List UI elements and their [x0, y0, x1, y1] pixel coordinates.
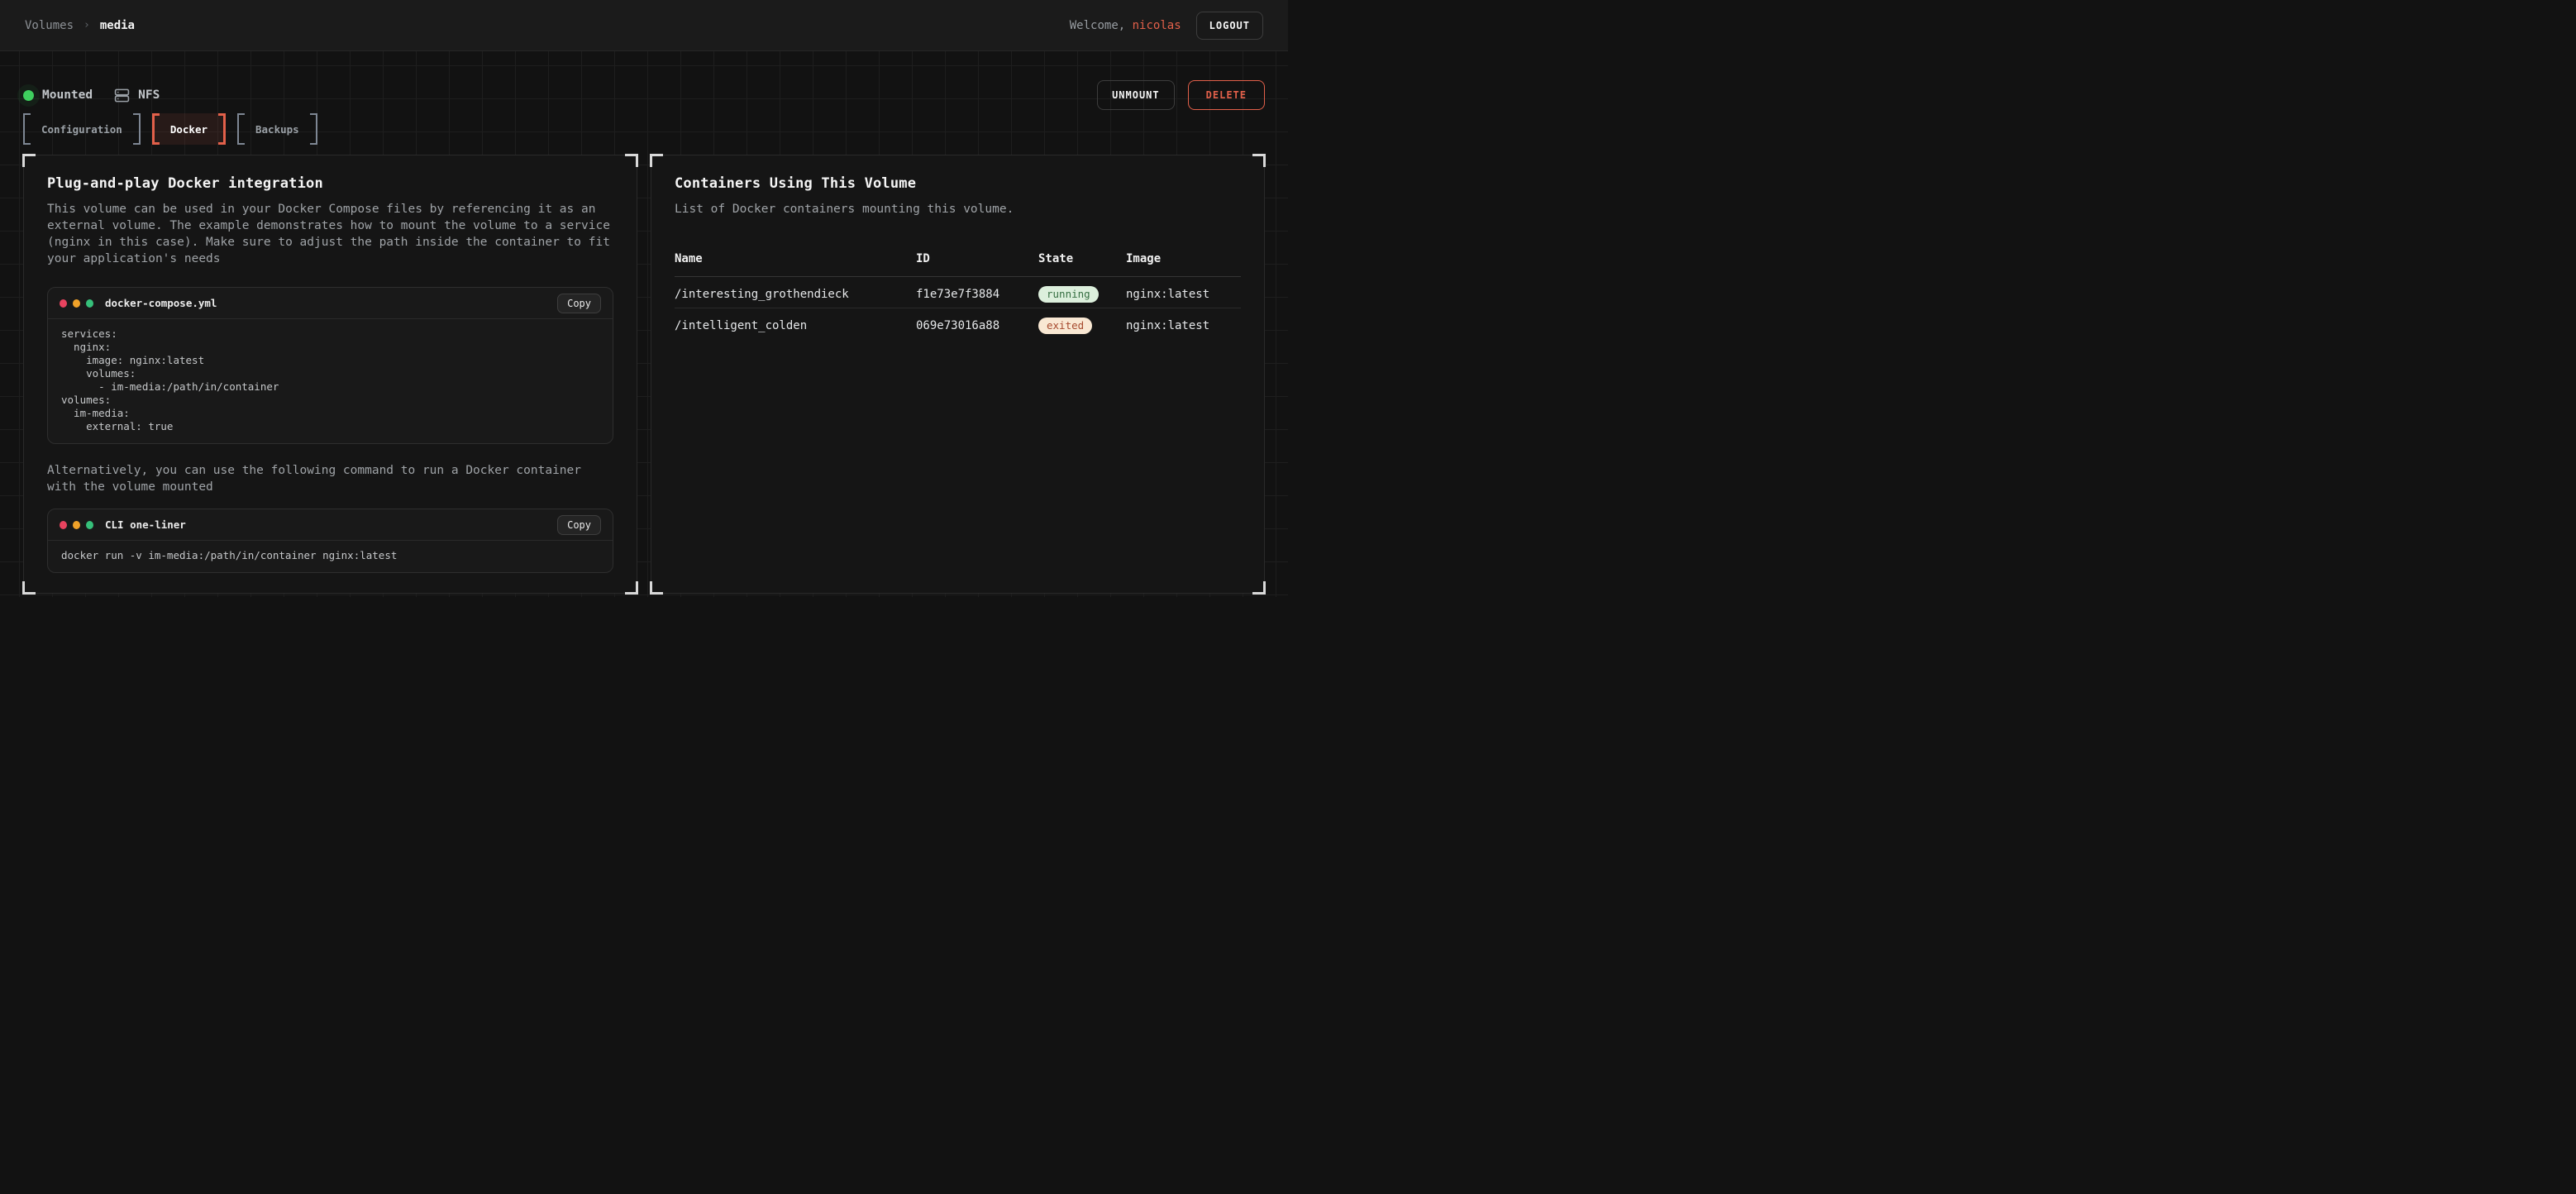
container-name: /intelligent_colden [675, 319, 916, 332]
mount-status-label: Mounted [42, 88, 93, 102]
bracket-left-icon [237, 113, 245, 145]
corner-mark-icon [22, 581, 36, 595]
panel-title: Plug-and-play Docker integration [47, 175, 613, 192]
traffic-yellow-icon [73, 299, 80, 308]
code-block-header: CLI one-liner Copy [48, 509, 613, 541]
welcome-label: Welcome, [1070, 19, 1125, 32]
status-badge: exited [1038, 318, 1092, 334]
breadcrumb-current-volume: media [100, 19, 135, 32]
server-icon [114, 88, 130, 103]
bracket-left-icon [23, 113, 31, 145]
code-body: services: nginx: image: nginx:latest vol… [48, 319, 613, 443]
compose-code-block: docker-compose.yml Copy services: nginx:… [47, 287, 613, 444]
mount-status: Mounted [23, 88, 93, 102]
panels-row: Plug-and-play Docker integration This vo… [23, 155, 1265, 594]
corner-mark-icon [650, 154, 663, 167]
column-header-state: State [1038, 252, 1126, 265]
corner-mark-icon [1252, 154, 1266, 167]
volume-actions: UNMOUNT DELETE [1097, 80, 1265, 110]
tab-label: Backups [255, 123, 299, 136]
delete-button[interactable]: DELETE [1188, 80, 1265, 110]
panel-subtitle: List of Docker containers mounting this … [675, 201, 1241, 217]
username: nicolas [1133, 19, 1181, 32]
tab-docker[interactable]: Docker [152, 113, 226, 145]
corner-mark-icon [22, 154, 36, 167]
table-row: /intelligent_colden 069e73016a88 exited … [675, 308, 1241, 340]
chevron-right-icon: › [83, 19, 90, 31]
container-image: nginx:latest [1126, 288, 1241, 301]
column-header-id: ID [916, 252, 1038, 265]
cli-command-code: docker run -v im-media:/path/in/containe… [61, 549, 599, 562]
unmount-button[interactable]: UNMOUNT [1097, 80, 1175, 110]
column-header-image: Image [1126, 252, 1241, 265]
container-image: nginx:latest [1126, 319, 1241, 332]
corner-mark-icon [1252, 581, 1266, 595]
status-badge: running [1038, 286, 1099, 303]
traffic-green-icon [86, 299, 93, 308]
code-block-header: docker-compose.yml Copy [48, 288, 613, 319]
bracket-right-icon [133, 113, 141, 145]
tab-label: Configuration [41, 123, 122, 136]
fs-type-label: NFS [138, 88, 160, 102]
column-header-name: Name [675, 252, 916, 265]
panel-description: This volume can be used in your Docker C… [47, 201, 613, 267]
filesystem-type: NFS [114, 88, 160, 103]
tab-backups[interactable]: Backups [237, 113, 317, 145]
traffic-yellow-icon [73, 521, 80, 529]
bracket-left-icon [152, 113, 160, 145]
container-id: f1e73e7f3884 [916, 288, 1038, 301]
tab-configuration[interactable]: Configuration [23, 113, 141, 145]
tab-label: Docker [170, 123, 208, 136]
traffic-lights [60, 521, 93, 529]
mounted-status-dot-icon [23, 90, 34, 101]
corner-mark-icon [625, 581, 638, 595]
traffic-red-icon [60, 299, 67, 308]
traffic-red-icon [60, 521, 67, 529]
status-indicators: Mounted NFS [23, 88, 160, 103]
copy-cli-button[interactable]: Copy [557, 515, 601, 535]
cli-code-block: CLI one-liner Copy docker run -v im-medi… [47, 509, 613, 573]
code-filename: CLI one-liner [105, 518, 186, 531]
traffic-lights [60, 299, 93, 308]
corner-mark-icon [650, 581, 663, 595]
code-filename: docker-compose.yml [105, 297, 217, 309]
container-id: 069e73016a88 [916, 319, 1038, 332]
container-name: /interesting_grothendieck [675, 288, 916, 301]
copy-compose-button[interactable]: Copy [557, 294, 601, 313]
corner-mark-icon [625, 154, 638, 167]
compose-yaml-code: services: nginx: image: nginx:latest vol… [61, 327, 599, 433]
breadcrumb: Volumes › media [25, 19, 135, 32]
breadcrumb-volumes-link[interactable]: Volumes [25, 19, 74, 32]
bracket-right-icon [310, 113, 317, 145]
code-body: docker run -v im-media:/path/in/containe… [48, 541, 613, 572]
header-right: Welcome, nicolas LOGOUT [1070, 12, 1263, 40]
containers-panel: Containers Using This Volume List of Doc… [651, 155, 1265, 594]
cli-intro-text: Alternatively, you can use the following… [47, 462, 613, 495]
table-row: /interesting_grothendieck f1e73e7f3884 r… [675, 277, 1241, 308]
state-cell: exited [1038, 317, 1126, 334]
main-content: Mounted NFS UNMOUNT DELETE Configuration [0, 51, 1288, 597]
docker-integration-panel: Plug-and-play Docker integration This vo… [23, 155, 637, 594]
traffic-green-icon [86, 521, 93, 529]
logout-button[interactable]: LOGOUT [1196, 12, 1263, 40]
state-cell: running [1038, 285, 1126, 303]
table-header-row: Name ID State Image [675, 246, 1241, 277]
panel-title: Containers Using This Volume [675, 175, 1241, 192]
top-bar: Volumes › media Welcome, nicolas LOGOUT [0, 0, 1288, 51]
volume-status-row: Mounted NFS UNMOUNT DELETE [23, 51, 1265, 112]
bracket-right-icon [218, 113, 226, 145]
welcome-text: Welcome, nicolas [1070, 19, 1181, 32]
containers-table: Name ID State Image /interesting_grothen… [675, 246, 1241, 340]
tab-bar: Configuration Docker Backups [23, 112, 1265, 145]
